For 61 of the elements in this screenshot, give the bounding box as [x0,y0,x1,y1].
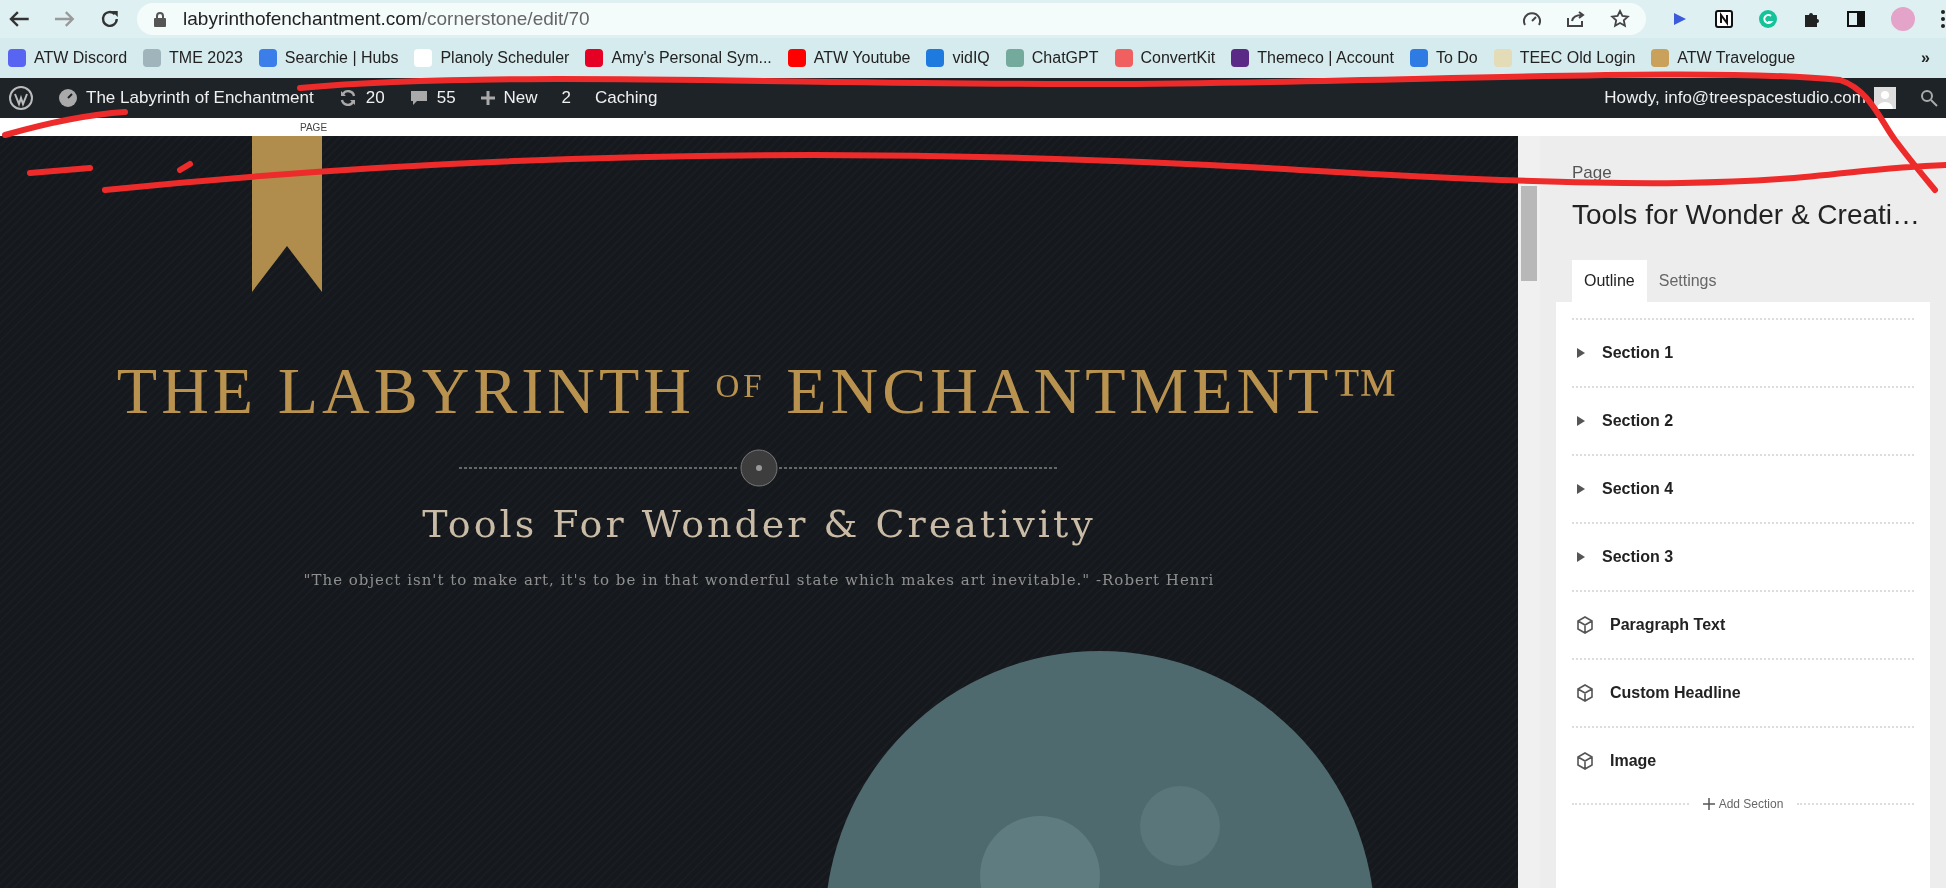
outline-item[interactable]: Section 2 [1572,385,1914,454]
bookmark-link[interactable]: Planoly Scheduler [414,46,570,70]
cube-icon [1576,751,1594,770]
plus-icon [1702,797,1715,810]
expand-triangle-icon[interactable] [1576,550,1586,563]
bookmark-link[interactable]: Searchie | Hubs [258,46,399,70]
outline-item[interactable]: Section 4 [1572,453,1914,522]
outline-item[interactable]: Section 1 [1572,317,1914,386]
quote-text: "The object isn't to make art, it's to be in that wonderful state which makes art inevitable." -Robert Henri [303,570,1215,591]
bookmark-link[interactable]: ATW Discord [8,46,128,70]
bookmark-link[interactable]: ATW Travelogue [1651,46,1796,70]
panel-tab[interactable]: Outline [1572,259,1647,302]
lock-icon [153,11,168,27]
bookmark-link[interactable]: To Do [1409,46,1478,70]
notification-count[interactable]: 2 [561,85,572,111]
outline-item[interactable]: Custom Headline [1572,657,1914,726]
address-bar[interactable]: labyrinthofenchantment.com/cornerstone/edit/70 [137,3,1646,35]
user-avatar-icon[interactable] [1874,87,1896,109]
caching-link[interactable]: Caching [595,85,658,111]
panel-kicker: Page [1572,162,1613,184]
bookmark-link[interactable]: ConvertKit [1114,46,1216,70]
site-title: THE LABYRINTH $^{OF}$ ENCHANTMENT™ [116,353,1402,429]
notion-icon[interactable] [1714,9,1734,29]
expand-triangle-icon[interactable] [1576,346,1586,359]
bookmark-link[interactable]: ATW Youtube [787,46,911,70]
bookmark-link[interactable]: Amy's Personal Sym... [585,46,772,70]
new-link[interactable]: New [503,85,538,111]
more-bookmarks-icon[interactable]: » [1921,46,1930,70]
scrollbar[interactable] [1518,136,1540,888]
site-title-link[interactable]: The Labyrinth of Enchantment [86,85,314,111]
url-text: labyrinthofenchantment.com/cornerstone/edit/70 [183,6,590,31]
bookmark-link[interactable]: vidIQ [926,46,990,70]
expand-triangle-icon[interactable] [1576,482,1586,495]
expand-triangle-icon[interactable] [1576,414,1586,427]
kebab-menu-icon[interactable] [1940,9,1946,29]
side-panel-icon[interactable] [1846,9,1866,29]
account-link[interactable]: Howdy, info@treespacestudio.com [1604,85,1866,111]
dashboard-icon[interactable] [58,88,78,108]
panel-tab[interactable]: Settings [1646,259,1729,302]
comment-icon[interactable] [408,88,429,108]
bookmark-link[interactable]: TEEC Old Login [1493,46,1636,70]
bookmark-link[interactable]: Themeco | Account [1231,46,1394,70]
star-icon[interactable] [1610,9,1630,29]
updates-count[interactable]: 20 [365,85,385,111]
comments-count[interactable]: 55 [436,85,456,111]
bookmark-link[interactable]: ChatGPT [1005,46,1099,70]
back-icon[interactable] [8,10,30,28]
search-icon[interactable] [1920,89,1938,107]
gauge-icon[interactable] [1522,10,1542,28]
page-title: Tools for Wonder & Creati… [1572,197,1922,232]
outline-item[interactable]: Section 3 [1572,521,1914,590]
bookmark-ribbon-icon [252,136,322,292]
wordpress-logo-icon[interactable] [8,85,34,111]
share-icon[interactable] [1566,10,1586,28]
plus-icon[interactable] [479,90,496,106]
subtitle: Tools For Wonder & Creativity [422,501,1096,548]
outline-item[interactable]: Paragraph Text [1572,589,1914,658]
page-label: PAGE [300,120,328,135]
cube-icon [1576,615,1594,634]
cube-icon [1576,683,1594,702]
bookmark-link[interactable]: TME 2023 [143,46,243,70]
